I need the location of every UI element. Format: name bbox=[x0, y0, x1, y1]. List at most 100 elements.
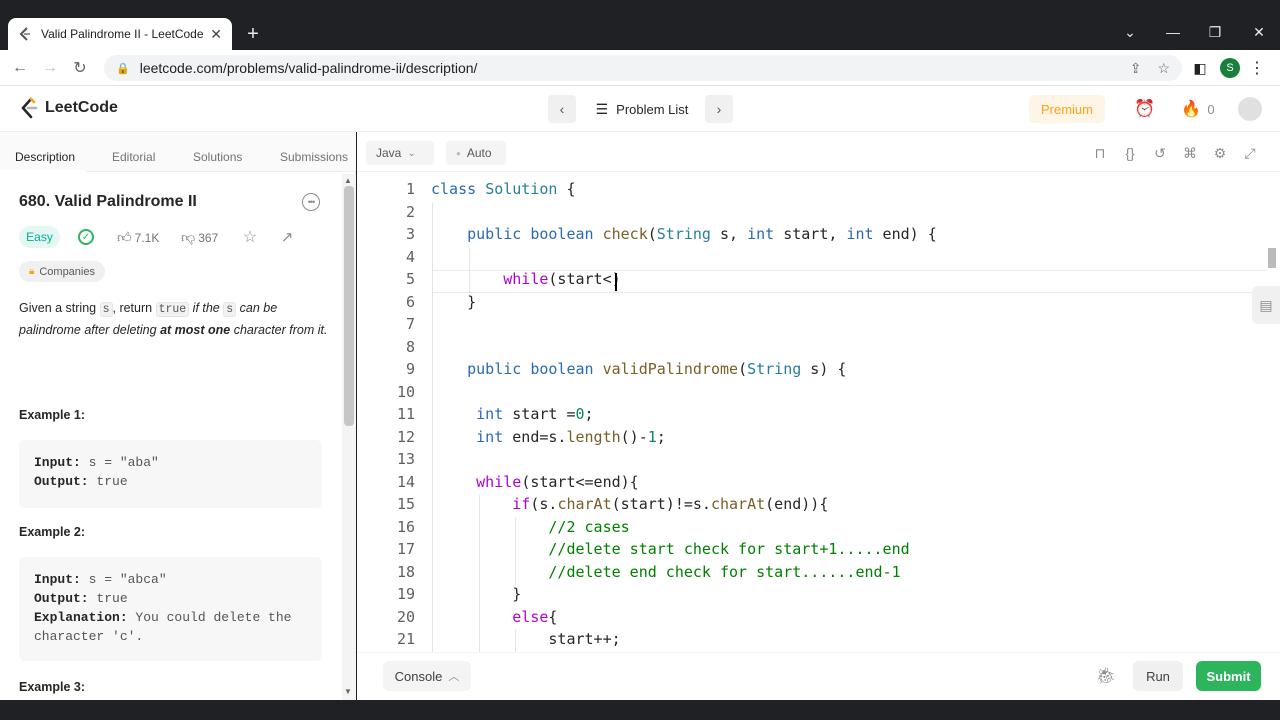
code-line[interactable]: public boolean check(String s, int start… bbox=[431, 225, 937, 243]
debug-bug-icon[interactable]: 🐞︎ bbox=[1094, 664, 1118, 688]
editor-scrollbar[interactable] bbox=[1267, 172, 1280, 652]
browser-tab-title: Valid Palindrome II - LeetCode bbox=[41, 27, 204, 41]
favorite-star-icon[interactable]: ☆ bbox=[241, 228, 259, 246]
code-line[interactable]: int end=s.length()-1; bbox=[431, 428, 666, 446]
example-2-box: Input: s = "abca" Output: true Explanati… bbox=[19, 557, 322, 661]
editor-scrollbar-thumb[interactable] bbox=[1268, 248, 1276, 268]
line-number: 8 bbox=[405, 337, 415, 356]
code-area[interactable]: 1 class Solution { 2 3 public boolean check… bbox=[380, 180, 1270, 652]
dislikes-button[interactable]: 👎︎ 367 bbox=[181, 229, 218, 246]
code-line[interactable]: start++; bbox=[431, 630, 620, 648]
problem-list-button[interactable]: ☰ Problem List bbox=[582, 95, 702, 123]
line-number: 2 bbox=[405, 202, 415, 221]
shortcuts-icon[interactable]: ⌘ bbox=[1181, 144, 1199, 162]
companies-tag[interactable]: 🔒︎ Companies bbox=[19, 261, 105, 282]
leetcode-logo[interactable]: LeetCode bbox=[20, 97, 118, 119]
url-bar[interactable]: 🔒 leetcode.com/problems/valid-palindrome… bbox=[104, 55, 1182, 81]
line-number: 3 bbox=[405, 225, 415, 243]
alarm-clock-icon[interactable]: ⏰ bbox=[1133, 97, 1157, 121]
line-number: 20 bbox=[396, 607, 415, 626]
tab-description[interactable]: Description bbox=[15, 150, 75, 164]
share-icon[interactable]: ⇪ bbox=[1130, 60, 1142, 77]
code-line[interactable]: class Solution { bbox=[431, 180, 576, 198]
left-scrollbar-thumb[interactable] bbox=[344, 186, 354, 426]
code-line[interactable]: int start =0; bbox=[431, 405, 593, 423]
code-line[interactable]: if(s.charAt(start)!=s.charAt(end)){ bbox=[431, 495, 828, 513]
bookmark-icon[interactable]: ⊓ bbox=[1091, 144, 1109, 162]
browser-menu-icon[interactable]: ⋮ bbox=[1249, 58, 1265, 78]
line-number: 5 bbox=[405, 270, 415, 288]
url-text: leetcode.com/problems/valid-palindrome-i… bbox=[139, 60, 478, 76]
tab-close-icon[interactable]: ✕ bbox=[210, 26, 222, 43]
line-number: 10 bbox=[396, 382, 415, 401]
minimize-icon[interactable]: — bbox=[1158, 20, 1188, 44]
fullscreen-icon[interactable]: ⤢ bbox=[1241, 144, 1259, 162]
reset-code-icon[interactable]: ↺ bbox=[1151, 144, 1169, 162]
submit-button[interactable]: Submit bbox=[1196, 661, 1261, 691]
code-line[interactable]: public boolean validPalindrome(String s)… bbox=[431, 360, 846, 378]
auto-mode-toggle[interactable]: ● Auto bbox=[446, 141, 506, 165]
problem-title: 680. Valid Palindrome II bbox=[19, 193, 197, 210]
console-button[interactable]: Console ︿ bbox=[383, 661, 471, 691]
line-number: 12 bbox=[396, 427, 415, 446]
forward-icon[interactable]: → bbox=[38, 57, 62, 79]
likes-count: 7.1K bbox=[134, 230, 160, 245]
user-avatar[interactable] bbox=[1238, 97, 1262, 121]
run-button[interactable]: Run bbox=[1133, 661, 1183, 691]
settings-gear-icon[interactable]: ⚙ bbox=[1211, 144, 1229, 162]
chevron-down-icon: ⌄ bbox=[407, 147, 416, 159]
scroll-up-icon[interactable]: ▲ bbox=[344, 176, 352, 185]
thumbs-up-icon: 👍︎ bbox=[117, 229, 132, 245]
window-close-icon[interactable]: ✕ bbox=[1244, 20, 1274, 44]
notes-side-tab[interactable]: ▤ bbox=[1252, 286, 1280, 324]
browser-tab[interactable]: Valid Palindrome II - LeetCode ✕ bbox=[8, 18, 232, 50]
code-line[interactable]: while(start<) bbox=[431, 270, 620, 288]
scroll-down-icon[interactable]: ▼ bbox=[344, 687, 352, 696]
more-options-icon[interactable]: ••• bbox=[302, 193, 320, 211]
code-line[interactable]: //2 cases bbox=[431, 518, 629, 536]
code-line[interactable]: } bbox=[431, 585, 521, 603]
example-1-heading: Example 1: bbox=[19, 408, 86, 422]
side-panel-icon[interactable]: ◧ bbox=[1190, 58, 1210, 78]
console-label: Console bbox=[394, 668, 443, 684]
line-number: 1 bbox=[405, 180, 415, 198]
list-icon: ☰ bbox=[595, 100, 609, 117]
reload-icon[interactable]: ↻ bbox=[68, 57, 92, 79]
line-number: 14 bbox=[396, 472, 415, 491]
language-select[interactable]: Java ⌄ bbox=[366, 141, 434, 165]
new-tab-button[interactable]: + bbox=[240, 22, 266, 46]
chevron-up-icon: ︿ bbox=[448, 671, 460, 683]
code-line[interactable]: //delete end check for start......end-1 bbox=[431, 563, 900, 581]
bookmark-star-icon[interactable]: ☆ bbox=[1157, 60, 1170, 77]
tab-submissions[interactable]: Submissions bbox=[280, 150, 348, 164]
format-braces-icon[interactable]: {} bbox=[1121, 144, 1139, 162]
profile-avatar[interactable]: S bbox=[1220, 58, 1240, 78]
tab-search-icon[interactable]: ⌄ bbox=[1115, 20, 1145, 44]
line-number: 13 bbox=[396, 450, 415, 468]
problem-description: Given a string s, return true if the s c… bbox=[19, 301, 328, 337]
code-line[interactable]: } bbox=[431, 293, 476, 311]
line-number: 6 bbox=[405, 292, 415, 311]
next-problem-button[interactable]: › bbox=[705, 95, 733, 123]
line-number: 21 bbox=[396, 630, 415, 648]
streak-count: 0 bbox=[1207, 101, 1215, 117]
thumbs-down-icon: 👎︎ bbox=[181, 229, 196, 245]
text-cursor bbox=[615, 273, 617, 291]
logo-text: LeetCode bbox=[45, 99, 118, 116]
share-link-icon[interactable]: ↗ bbox=[278, 228, 296, 246]
back-icon[interactable]: ← bbox=[8, 57, 32, 79]
tab-solutions[interactable]: Solutions bbox=[193, 150, 242, 164]
line-number: 16 bbox=[396, 517, 415, 536]
companies-label: Companies bbox=[39, 265, 95, 278]
tab-editorial[interactable]: Editorial bbox=[112, 150, 155, 164]
premium-button[interactable]: Premium bbox=[1029, 95, 1105, 123]
code-line[interactable]: else{ bbox=[431, 608, 557, 626]
likes-button[interactable]: 👍︎ 7.1K bbox=[117, 229, 159, 246]
streak-counter[interactable]: 🔥 0 bbox=[1180, 97, 1216, 121]
example-3-heading: Example 3: bbox=[19, 680, 86, 694]
code-line[interactable]: while(start<=end){ bbox=[431, 473, 639, 491]
code-line[interactable]: //delete start check for start+1.....end bbox=[431, 540, 909, 558]
prev-problem-button[interactable]: ‹ bbox=[548, 95, 576, 123]
restore-icon[interactable]: ❐ bbox=[1200, 20, 1230, 44]
screen-bottom-strip bbox=[0, 700, 1280, 720]
